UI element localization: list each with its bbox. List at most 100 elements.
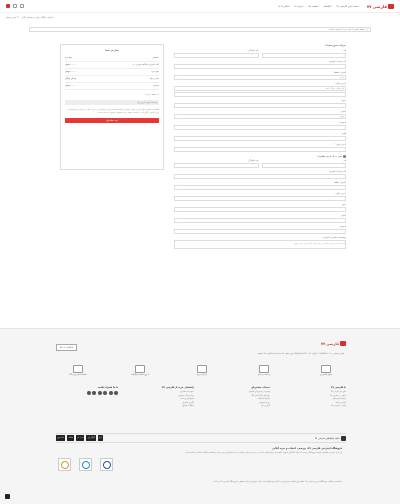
- aparat-icon[interactable]: [92, 391, 96, 395]
- summary-subtotal-row: جمع جزء ۱۰۰,۰۰۰ تومان: [65, 69, 159, 76]
- whatsapp-icon[interactable]: [86, 391, 91, 395]
- scroll-top-icon[interactable]: [5, 494, 10, 499]
- discount-link[interactable]: کد تخفیف دارید؟: [65, 94, 159, 96]
- footer-link[interactable]: گزارش تخلف: [286, 402, 346, 404]
- ship-different-toggle[interactable]: حمل به یک آدرس متفاوت؟: [174, 155, 346, 158]
- nav-item-about[interactable]: درباره ما: [294, 5, 303, 8]
- cart-icon[interactable]: [6, 4, 10, 8]
- feature-item: ارسال سریع: [182, 365, 222, 376]
- footer-link[interactable]: فروش در فارسی ۷۷: [286, 395, 346, 397]
- app-button-googleplay[interactable]: گوگل پلی: [86, 435, 96, 441]
- ship-first-name-label: نام: [343, 160, 346, 162]
- about-title: فروشگاه اینترنتی فارسی ۷۷، بررسی، انتخاب…: [272, 447, 342, 450]
- company-input[interactable]: [174, 64, 346, 69]
- feature-item: پرداخت در محل: [244, 365, 284, 376]
- country-select[interactable]: ایران: [174, 75, 346, 80]
- payment-method-label: پرداخت امن با زرین پال: [137, 101, 157, 104]
- footer-link[interactable]: فرصت‌های شغلی: [286, 398, 346, 400]
- app-button-appstore[interactable]: اپ استور: [56, 435, 66, 441]
- footer-logo[interactable]: فارسی ۷۷: [321, 341, 346, 346]
- ship-first-name-input[interactable]: [261, 163, 346, 168]
- ship-different-checkbox[interactable]: [343, 155, 346, 158]
- state-label: استان: [341, 111, 346, 113]
- site-logo[interactable]: فارسی ۷۷: [367, 3, 394, 9]
- footer-link[interactable]: رویه‌های بازگرداندن کالا: [210, 395, 270, 397]
- instagram-icon[interactable]: [114, 391, 118, 395]
- email-input[interactable]: [174, 147, 346, 152]
- place-order-button[interactable]: ثبت سفارش: [65, 118, 159, 124]
- phone-label: تلفن: [342, 133, 346, 135]
- back-to-top-button[interactable]: بازگشت به بالا: [56, 344, 78, 351]
- ship-address-input[interactable]: [174, 196, 346, 201]
- postcode-input[interactable]: [174, 125, 346, 130]
- copyright: استفاده از مطالب فروشگاه اینترنتی فارسی …: [213, 481, 342, 483]
- footer-link[interactable]: شرایط استفاده: [210, 398, 270, 400]
- mobile-app-icon: [341, 435, 346, 441]
- app-button-sibapp[interactable]: سیب اپ: [75, 435, 85, 441]
- summary-shipping-row: حمل و نقل ارسال رایگان: [65, 76, 159, 83]
- footer-link[interactable]: پیگیری سفارش: [134, 402, 194, 404]
- ship-different-label: حمل به یک آدرس متفاوت؟: [317, 155, 342, 158]
- sub-header: ارسال رایگان برای خریدهای بالای ۲۰۰ هزار…: [0, 13, 400, 21]
- postcode-label: کدپستی: [339, 122, 346, 124]
- user-icon[interactable]: [13, 4, 17, 8]
- twitter-icon[interactable]: [103, 391, 107, 395]
- first-name-input[interactable]: [261, 53, 346, 58]
- header: فارسی ۷۷ دسته بندی فارسی ۷۷ کتابخانه تخف…: [0, 0, 400, 13]
- payment-method[interactable]: پرداخت امن با زرین پال: [65, 100, 159, 105]
- country-label: کشور / منطقه: [333, 72, 346, 74]
- address2-input[interactable]: [174, 92, 346, 97]
- nav-item-categories[interactable]: دسته بندی فارسی ۷۷: [336, 5, 358, 8]
- feature-item: ۷ روز ضمانت بازگشت: [120, 365, 160, 376]
- linkedin-icon[interactable]: [97, 391, 102, 395]
- samandehi-badge[interactable]: [79, 458, 92, 471]
- search-icon[interactable]: [20, 4, 24, 8]
- footer-link[interactable]: حریم خصوصی: [210, 402, 270, 404]
- ship-country-select[interactable]: [174, 185, 346, 190]
- footer-col-guide: راهنمای خرید از فارسی ۷۷ نحوه ثبت سفارش …: [134, 386, 194, 409]
- footer-link[interactable]: نحوه ثبت سفارش: [134, 391, 194, 393]
- phone-input[interactable]: [174, 136, 346, 141]
- ship-company-label: نام شرکت (اختیاری): [328, 171, 346, 173]
- footer-link[interactable]: رویه ارسال سفارش: [134, 395, 194, 397]
- last-name-input[interactable]: [174, 53, 259, 58]
- nav-item-discounts[interactable]: تخفیف ها: [309, 5, 319, 8]
- feature-label: تحویل اکسپرس: [319, 374, 333, 376]
- app-button-myket[interactable]: مایکت: [67, 435, 74, 441]
- nav-item-contact[interactable]: تماس با ما: [278, 5, 289, 8]
- footer-columns: با فارسی ۷۷ اتاق خبر فارسی ۷۷ فروش در فا…: [58, 386, 346, 409]
- ship-last-name-input[interactable]: [174, 163, 259, 168]
- union-badge[interactable]: [58, 458, 71, 471]
- free-shipping-text: ارسال رایگان برای خریدهای بالای ۲۰۰ هزار…: [6, 15, 54, 19]
- main-nav: دسته بندی فارسی ۷۷ کتابخانه تخفیف ها درب…: [278, 5, 358, 8]
- footer-col-services: خدمات مشتریان پاسخ به پرسش‌های متداول رو…: [210, 386, 270, 409]
- app-button-bazaar[interactable]: بازار: [97, 435, 103, 441]
- city-input[interactable]: [174, 103, 346, 108]
- breadcrumb: □ صفحه اصلی / سبد خرید / تسویه حساب: [29, 27, 371, 32]
- order-summary-title: سفارش شما: [105, 49, 119, 52]
- ship-country-label: کشور / منطقه: [333, 182, 346, 184]
- footer-link[interactable]: پاسخ به پرسش‌های متداول: [210, 391, 270, 393]
- email-label: آدرس ایمیل: [336, 144, 346, 146]
- nav-item-library[interactable]: کتابخانه: [323, 5, 331, 8]
- footer-contact: تلفن پشتیبانی: ۰۲۱-۱۲۳۴۵۶۷۸ | ایمیل: inf…: [257, 353, 344, 355]
- ship-company-input[interactable]: [174, 174, 346, 179]
- order-notes-textarea[interactable]: یادداشت‌ها درباره سفارش، برای مثال، نکات…: [174, 240, 346, 249]
- footer-link[interactable]: گزارش باگ: [210, 405, 270, 407]
- footer-link[interactable]: اتاق خبر فارسی ۷۷: [286, 391, 346, 393]
- footer-link[interactable]: شیوه‌های پرداخت: [134, 398, 194, 400]
- ship-city-input[interactable]: [174, 207, 346, 212]
- ship-postcode-input[interactable]: [174, 229, 346, 234]
- footer: فارسی ۷۷ بازگشت به بالا تلفن پشتیبانی: ۰…: [0, 328, 400, 504]
- ship-state-select[interactable]: [174, 218, 346, 223]
- logo-icon: [388, 3, 394, 9]
- enamad-badge[interactable]: [100, 458, 113, 471]
- address-input[interactable]: نام خیابان و پلاک خانه: [174, 86, 346, 91]
- privacy-note: اطلاعات شخصی شما برای پردازش سفارش شما ا…: [67, 109, 159, 114]
- footer-link[interactable]: سوالات متداول: [134, 405, 194, 407]
- state-select[interactable]: تهران: [174, 114, 346, 119]
- total-value: ۱۰۰,۰۰۰ تومان: [65, 85, 78, 87]
- telegram-icon[interactable]: [108, 391, 113, 395]
- footer-link[interactable]: تماس با فارسی ۷۷: [286, 405, 346, 407]
- shipping-label: حمل و نقل: [149, 78, 159, 80]
